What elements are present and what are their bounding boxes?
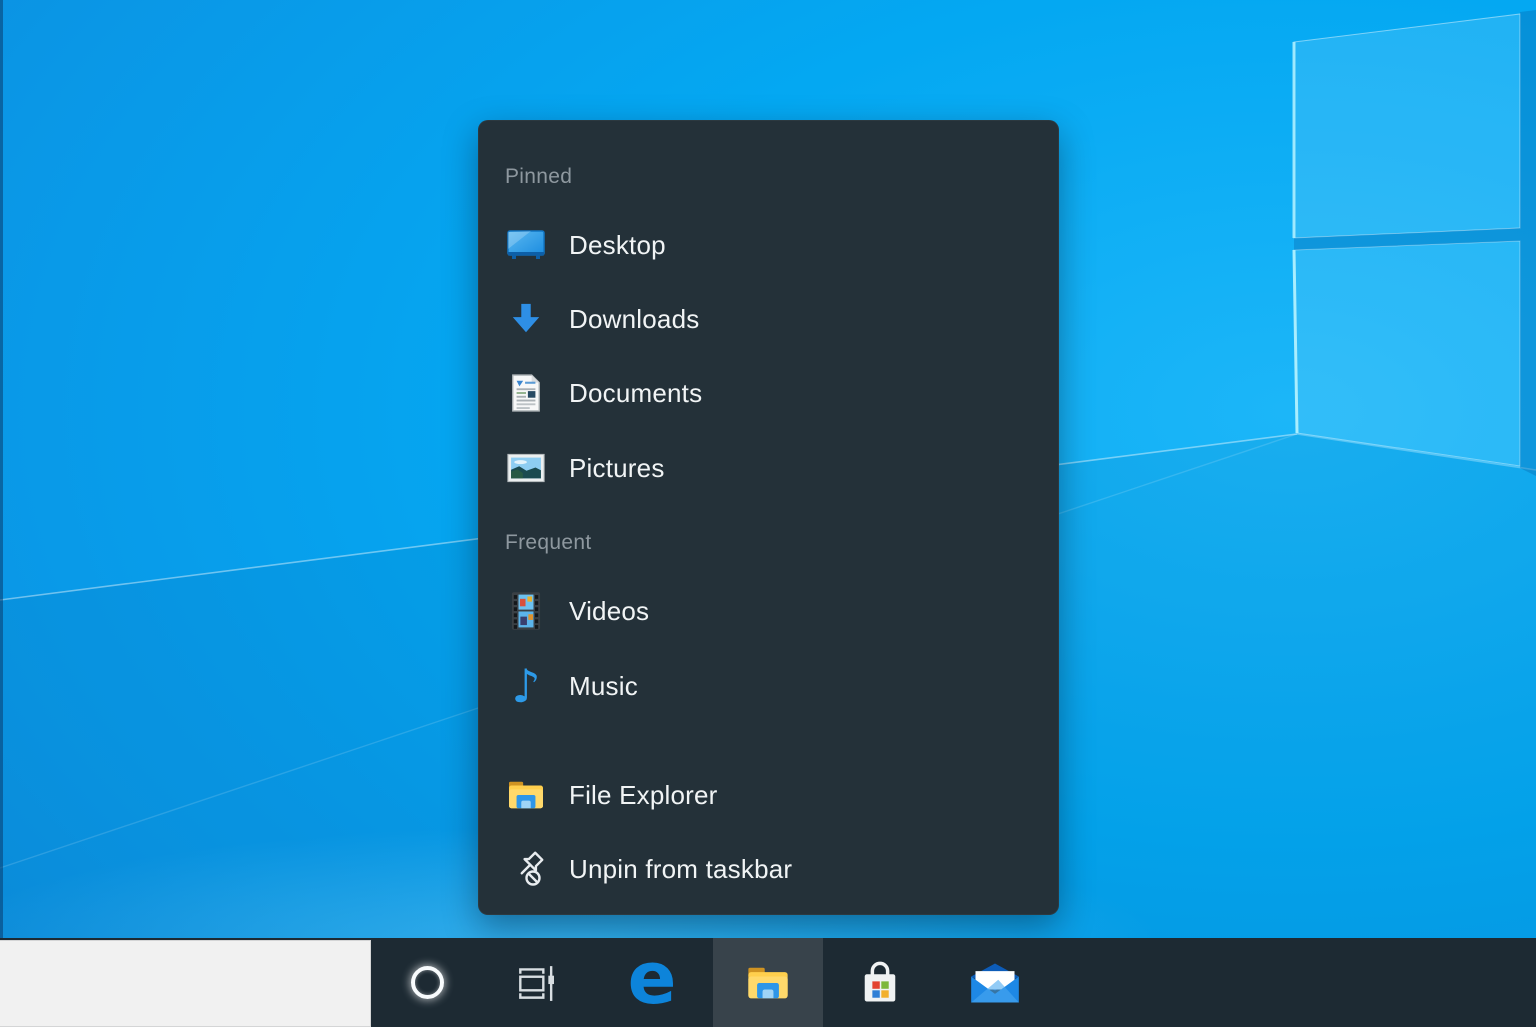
task-view-icon [513, 960, 559, 1006]
taskbar-button-edge[interactable]: e [604, 938, 700, 1027]
jumplist-item-label: Downloads [569, 304, 699, 335]
music-icon: ♪ [504, 663, 548, 709]
desktop: Pinned Desktop [0, 0, 1536, 1027]
jumplist-item-pictures[interactable]: Pictures [478, 431, 1051, 505]
mail-icon [969, 961, 1021, 1005]
edge-icon: e [628, 950, 677, 1008]
videos-icon [504, 591, 548, 631]
desktop-icon [504, 228, 548, 262]
jumplist-item-videos[interactable]: Videos [478, 574, 1051, 648]
jumplist-item-label: Videos [569, 596, 649, 627]
jumplist-item-label: Unpin from taskbar [569, 854, 792, 885]
taskbar-button-task-view[interactable] [488, 938, 584, 1027]
taskbar-button-mail[interactable] [947, 938, 1043, 1027]
unpin-icon [504, 849, 548, 889]
taskbar-button-store[interactable] [832, 938, 928, 1027]
file-explorer-icon [744, 963, 792, 1003]
jumplist-section-header-frequent: Frequent [505, 506, 591, 580]
jumplist-section-header-pinned: Pinned [505, 140, 572, 214]
cortana-icon [411, 966, 444, 999]
jumplist-item-downloads[interactable]: Downloads [478, 282, 1051, 356]
jumplist-item-file-explorer[interactable]: File Explorer [478, 758, 1051, 832]
jumplist-item-label: Documents [569, 378, 702, 409]
taskbar-button-cortana[interactable] [379, 938, 475, 1027]
jumplist-item-label: File Explorer [569, 780, 718, 811]
taskbar-button-file-explorer[interactable] [713, 938, 823, 1027]
file-explorer-icon [504, 778, 548, 812]
jumplist-item-desktop[interactable]: Desktop [478, 208, 1051, 282]
pictures-icon [504, 453, 548, 483]
jumplist-item-label: Pictures [569, 453, 665, 484]
screen-left-edge [0, 0, 3, 1027]
taskbar: e [0, 938, 1536, 1027]
documents-icon [504, 373, 548, 413]
downloads-icon [504, 300, 548, 338]
store-icon [856, 959, 904, 1007]
taskbar-search-input[interactable] [0, 940, 371, 1027]
jumplist-item-documents[interactable]: Documents [478, 356, 1051, 430]
jumplist-item-label: Desktop [569, 230, 666, 261]
file-explorer-jumplist: Pinned Desktop [478, 120, 1059, 915]
jumplist-item-unpin[interactable]: Unpin from taskbar [478, 832, 1051, 906]
jumplist-item-music[interactable]: ♪ Music [478, 649, 1051, 723]
jumplist-item-label: Music [569, 671, 638, 702]
